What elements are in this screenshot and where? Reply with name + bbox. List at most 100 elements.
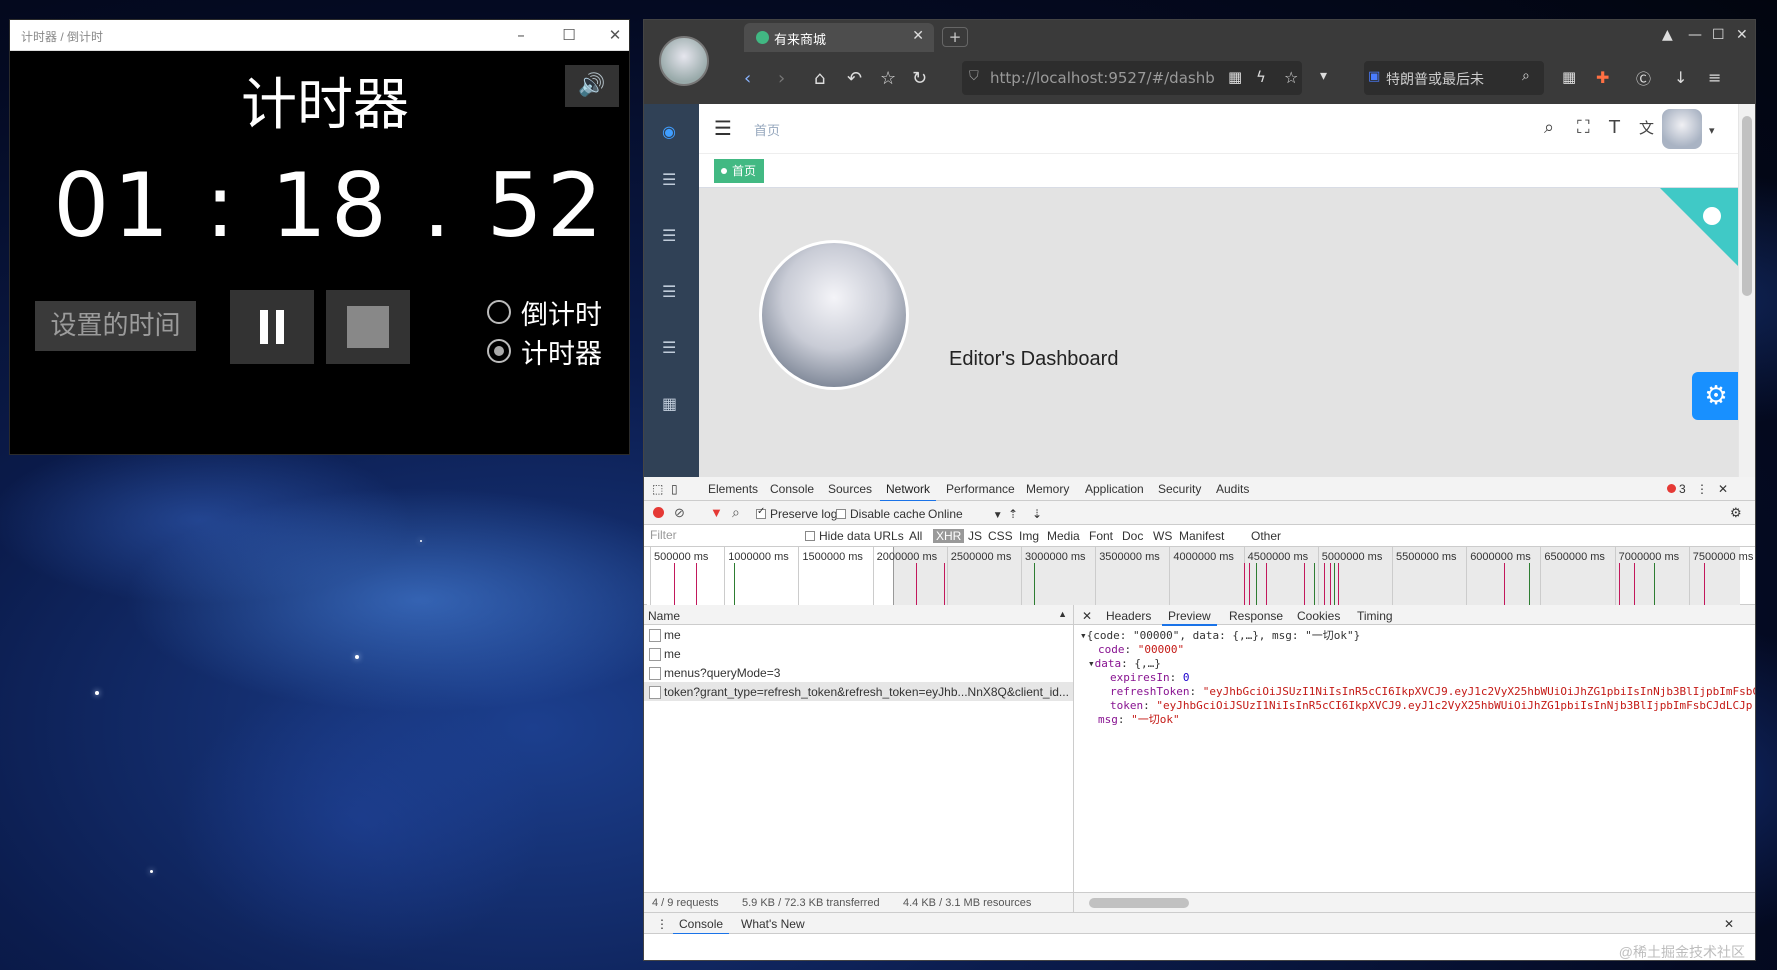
dashboard-icon[interactable]: ◉ xyxy=(662,122,676,141)
clear-icon[interactable]: ⊘ xyxy=(674,505,685,521)
bookmark-star-icon[interactable]: ☆ xyxy=(1284,68,1298,87)
export-har-icon[interactable]: ⇣ xyxy=(1032,507,1042,521)
tab-performance[interactable]: Performance xyxy=(946,482,1015,496)
user-avatar[interactable] xyxy=(1662,109,1702,149)
tab-application[interactable]: Application xyxy=(1085,482,1144,496)
favorite-star-icon[interactable]: ☆ xyxy=(880,68,896,89)
qr-code-icon[interactable]: ▦ xyxy=(1228,68,1242,86)
minimize-icon[interactable]: – xyxy=(506,24,536,46)
scrollbar-thumb[interactable] xyxy=(1089,898,1189,908)
inspect-icon[interactable]: ⬚ xyxy=(652,482,663,496)
close-drawer-icon[interactable]: ✕ xyxy=(1724,917,1734,931)
tag-home[interactable]: 首页 xyxy=(714,159,765,183)
filter-icon[interactable]: ▼ xyxy=(710,505,723,520)
checkbox[interactable] xyxy=(805,531,815,541)
filter-type-other[interactable]: Other xyxy=(1251,529,1281,543)
record-icon[interactable] xyxy=(653,507,664,518)
fullscreen-icon[interactable]: ⛶ xyxy=(1577,117,1590,138)
preserve-log-checkbox[interactable]: Preserve log xyxy=(756,506,837,521)
more-options-icon[interactable]: ⋮ xyxy=(1696,482,1708,496)
request-list-header[interactable]: Name ▲ xyxy=(644,605,1073,625)
drawer-menu-icon[interactable]: ⋮ xyxy=(656,917,668,931)
import-har-icon[interactable]: ⇡ xyxy=(1008,507,1018,521)
tab-cookies[interactable]: Cookies xyxy=(1297,609,1340,623)
menu-icon[interactable]: ≡ xyxy=(1708,68,1721,87)
close-icon[interactable]: ✕ xyxy=(600,24,630,46)
radio-stopwatch[interactable]: 计时器 xyxy=(487,334,602,370)
preview-horizontal-scrollbar[interactable] xyxy=(1074,892,1755,912)
network-overview[interactable]: 500000 ms 1000000 ms 1500000 ms 2000000 ms 2… xyxy=(644,547,1755,605)
search-icon[interactable]: ⌕ xyxy=(1544,117,1554,138)
tab-response[interactable]: Response xyxy=(1229,609,1283,623)
maximize-icon[interactable]: ☐ xyxy=(1712,27,1725,43)
back-icon[interactable]: ‹ xyxy=(744,68,751,89)
radio-circle[interactable] xyxy=(487,339,511,363)
menu-list-icon[interactable]: ☰ xyxy=(662,170,676,189)
request-row-selected[interactable]: token?grant_type=refresh_token&refresh_t… xyxy=(644,682,1073,701)
tab-network[interactable]: Network xyxy=(879,482,937,502)
checkbox[interactable] xyxy=(756,506,766,519)
filter-type-css[interactable]: CSS xyxy=(988,529,1013,543)
tab-elements[interactable]: Elements xyxy=(708,482,758,496)
language-icon[interactable]: 文 xyxy=(1639,117,1654,138)
browser-profile-avatar[interactable] xyxy=(659,36,709,86)
menu-list-icon[interactable]: ☰ xyxy=(662,338,676,357)
filter-type-media[interactable]: Media xyxy=(1047,529,1080,543)
menu-list-icon[interactable]: ☰ xyxy=(662,226,676,245)
close-detail-icon[interactable]: ✕ xyxy=(1082,609,1092,623)
close-devtools-icon[interactable]: ✕ xyxy=(1718,482,1728,496)
checkbox[interactable] xyxy=(836,509,846,519)
drawer-tab-whats-new[interactable]: What's New xyxy=(741,917,805,931)
minimize-icon[interactable]: — xyxy=(1688,27,1702,43)
tab-audits[interactable]: Audits xyxy=(1216,482,1249,496)
request-row[interactable]: me xyxy=(644,644,1073,663)
extension-icon[interactable]: Ⓒ xyxy=(1636,68,1651,89)
tab-headers[interactable]: Headers xyxy=(1106,609,1151,623)
tab-timing[interactable]: Timing xyxy=(1357,609,1393,623)
request-row[interactable]: menus?queryMode=3 xyxy=(644,663,1073,682)
address-bar[interactable]: ⛉ http://localhost:9527/#/dashb xyxy=(962,61,1302,95)
filter-type-font[interactable]: Font xyxy=(1089,529,1113,543)
set-time-button[interactable]: 设置的时间 xyxy=(35,301,196,351)
flash-icon[interactable]: ϟ xyxy=(1256,68,1266,86)
hide-data-urls-checkbox[interactable]: Hide data URLs xyxy=(805,529,904,543)
pause-button[interactable] xyxy=(230,290,314,364)
expand-triangle-icon[interactable]: ▾ xyxy=(1088,657,1095,670)
tab-security[interactable]: Security xyxy=(1158,482,1201,496)
filter-type-xhr[interactable]: XHR xyxy=(933,529,965,543)
search-box[interactable]: ▣ 特朗普或最后未 ⌕ xyxy=(1364,61,1544,95)
timer-titlebar[interactable]: 计时器 / 倒计时 – ☐ ✕ xyxy=(10,20,629,51)
apps-grid-icon[interactable]: ▦ xyxy=(1562,68,1576,86)
stop-button[interactable] xyxy=(326,290,410,364)
settings-button[interactable]: ⚙ xyxy=(1692,372,1740,420)
search-icon[interactable]: ⌕ xyxy=(732,504,740,521)
error-count-badge[interactable]: 3 xyxy=(1667,482,1686,496)
json-root[interactable]: ▾{code: "00000", data: {,…}, msg: "一切ok"… xyxy=(1080,629,1755,643)
search-icon[interactable]: ⌕ xyxy=(1522,68,1530,84)
disable-cache-checkbox[interactable]: Disable cache xyxy=(836,507,925,521)
drawer-tab-console[interactable]: Console xyxy=(672,917,730,935)
device-toggle-icon[interactable]: ▯ xyxy=(671,482,678,496)
github-corner-icon[interactable] xyxy=(1660,188,1740,268)
close-icon[interactable]: ✕ xyxy=(1736,27,1748,43)
menu-list-icon[interactable]: ☰ xyxy=(662,282,676,301)
reload-icon[interactable]: ↻ xyxy=(912,68,927,89)
dropdown-icon[interactable]: ▾ xyxy=(1320,68,1327,84)
hamburger-icon[interactable]: ☰ xyxy=(714,116,732,140)
browser-tab[interactable]: 有来商城 ✕ xyxy=(744,23,934,52)
filter-type-ws[interactable]: WS xyxy=(1153,529,1172,543)
tab-preview[interactable]: Preview xyxy=(1162,609,1217,626)
expand-triangle-icon[interactable]: ▾ xyxy=(1080,629,1087,642)
new-tab-button[interactable]: + xyxy=(942,27,968,47)
filter-type-all[interactable]: All xyxy=(909,529,922,543)
home-icon[interactable]: ⌂ xyxy=(814,68,825,89)
radio-countdown[interactable]: 倒计时 xyxy=(487,295,602,331)
caret-down-icon[interactable]: ▾ xyxy=(1709,124,1715,137)
undo-icon[interactable]: ↶ xyxy=(847,68,862,89)
pin-icon[interactable]: ▲ xyxy=(1662,27,1673,43)
maximize-icon[interactable]: ☐ xyxy=(554,24,584,46)
throttling-select[interactable]: Online ▼ xyxy=(928,507,1003,521)
filter-type-js[interactable]: JS xyxy=(968,529,982,543)
filter-input[interactable]: Filter xyxy=(650,528,677,542)
tab-sources[interactable]: Sources xyxy=(828,482,872,496)
